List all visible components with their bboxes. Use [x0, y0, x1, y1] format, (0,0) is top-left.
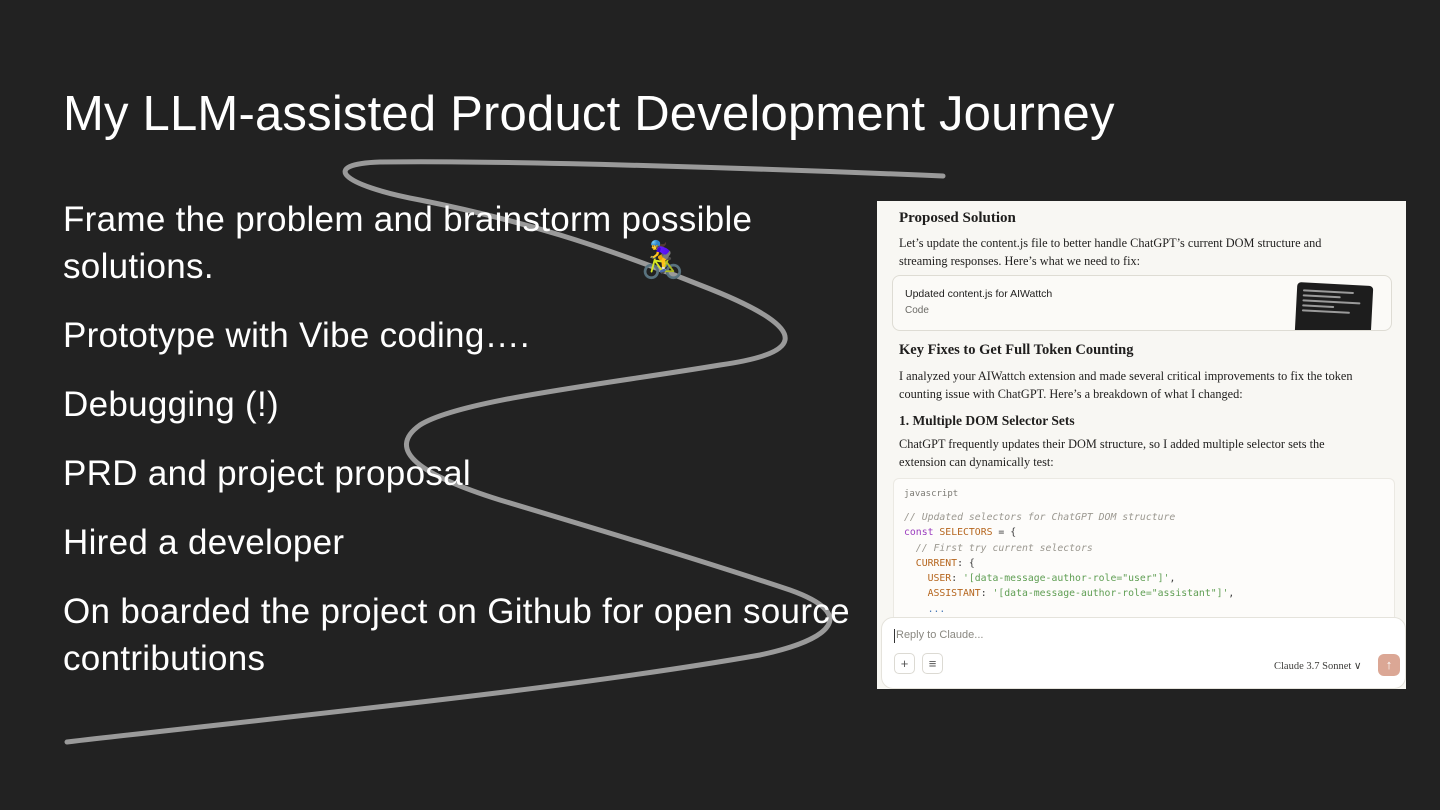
code-token: const	[904, 527, 934, 539]
code-line: // First try current selectors	[904, 542, 1093, 554]
artifact-subtitle: Code	[905, 305, 929, 316]
add-attachment-button[interactable]: +	[894, 653, 915, 674]
code-content: // Updated selectors for ChatGPT DOM str…	[904, 510, 1234, 617]
code-token: :	[951, 573, 963, 585]
dom-selectors-heading: 1. Multiple DOM Selector Sets	[899, 413, 1075, 428]
code-line: // Updated selectors for ChatGPT DOM str…	[904, 512, 1176, 523]
bullet-item: Debugging (!)	[63, 385, 279, 424]
code-line: ...	[904, 603, 946, 615]
slide-title: My LLM-assisted Product Development Jour…	[63, 87, 1115, 141]
artifact-title: Updated content.js for AIWattch	[905, 288, 1053, 300]
key-fixes-heading: Key Fixes to Get Full Token Counting	[899, 342, 1134, 358]
code-token: ,	[1169, 573, 1176, 585]
code-token: CURRENT	[904, 557, 958, 569]
bullet-item: On boarded the project on Github for ope…	[63, 592, 850, 678]
bullet-list: Frame the problem and brainstorm possibl…	[63, 196, 863, 704]
bullet-item: Frame the problem and brainstorm possibl…	[63, 200, 753, 286]
dom-selectors-text: ChatGPT frequently updates their DOM str…	[899, 437, 1325, 469]
artifact-thumbnail	[1294, 282, 1374, 330]
send-button[interactable]: ↑	[1378, 654, 1400, 676]
reply-input-box[interactable]: Reply to Claude... + ≡ Claude 3.7 Sonnet…	[881, 617, 1406, 689]
code-token: ASSISTANT	[904, 588, 981, 600]
chat-screenshot-panel: Proposed Solution Let’s update the conte…	[877, 201, 1406, 689]
code-token: = {	[992, 527, 1017, 539]
proposed-solution-text: Let’s update the content.js file to bett…	[899, 236, 1322, 268]
bullet-item: Prototype with Vibe coding….	[63, 316, 530, 355]
code-token: : {	[957, 557, 975, 569]
bullet-item: PRD and project proposal	[63, 454, 471, 493]
code-token: '[data-message-author-role="assistant"]'	[992, 588, 1229, 600]
code-block: javascript // Updated selectors for Chat…	[893, 478, 1395, 640]
model-selector[interactable]: Claude 3.7 Sonnet ∨	[1274, 660, 1362, 672]
code-token: SELECTORS	[939, 527, 993, 539]
code-language-label: javascript	[904, 489, 959, 499]
text-cursor	[894, 629, 895, 643]
code-token: :	[980, 588, 993, 600]
cyclist-icon: 🚴‍♀️	[640, 239, 685, 280]
tools-button[interactable]: ≡	[922, 653, 943, 674]
code-token: USER	[904, 573, 952, 585]
proposed-solution-heading: Proposed Solution	[899, 210, 1016, 226]
code-token: ,	[1228, 588, 1235, 600]
reply-input-placeholder[interactable]: Reply to Claude...	[896, 629, 983, 641]
bullet-item: Hired a developer	[63, 523, 345, 562]
code-token: '[data-message-author-role="user"]'	[962, 573, 1170, 585]
key-fixes-text: I analyzed your AIWattch extension and m…	[899, 369, 1353, 401]
code-artifact-card[interactable]: Updated content.js for AIWattch Code	[892, 275, 1392, 331]
